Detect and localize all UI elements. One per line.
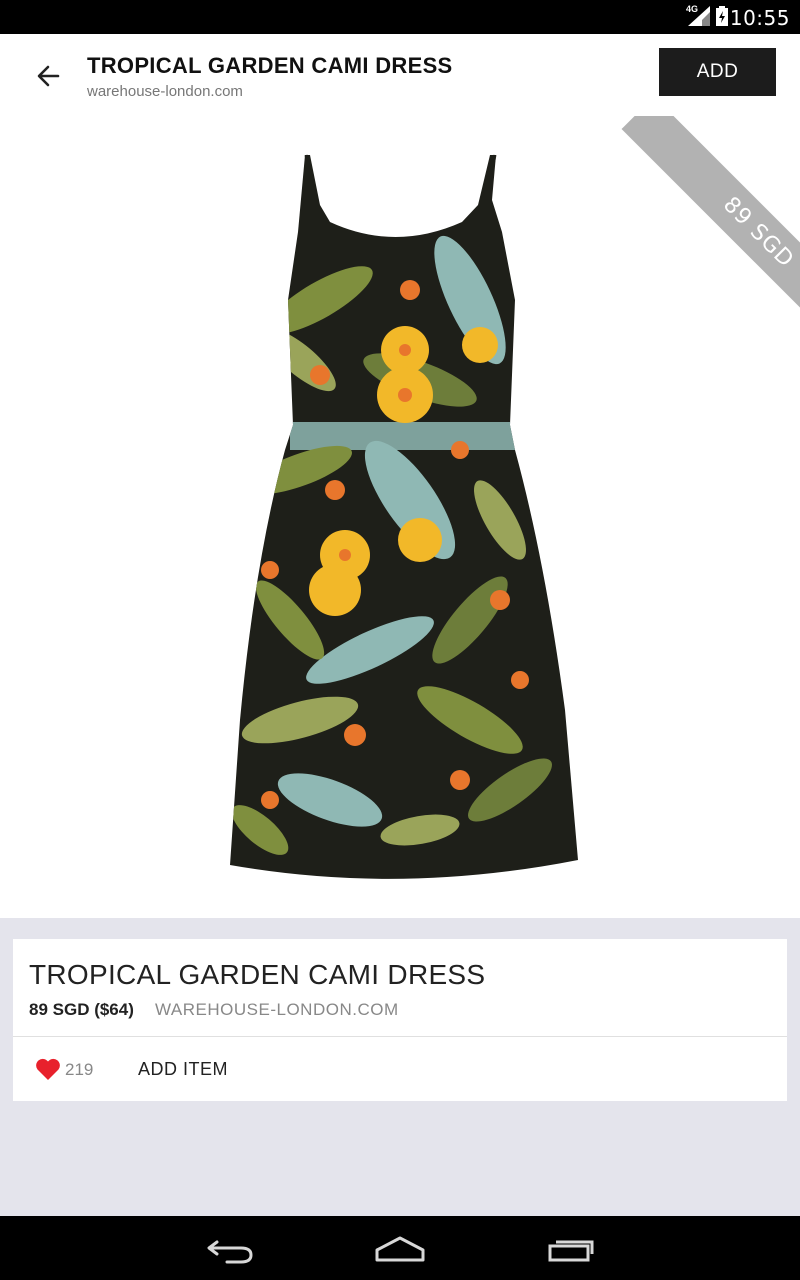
add-button[interactable]: ADD: [659, 48, 776, 96]
nav-recent-apps-icon[interactable]: [546, 1236, 596, 1262]
battery-icon: [716, 6, 728, 26]
back-arrow-icon[interactable]: [30, 58, 66, 94]
product-image[interactable]: 89 SGD: [0, 116, 800, 918]
status-bar: 4G 10:55: [0, 0, 800, 34]
product-card: TROPICAL GARDEN CAMI DRESS 89 SGD ($64) …: [13, 939, 787, 1101]
signal-icon: [688, 6, 710, 26]
page-subtitle: warehouse-london.com: [87, 83, 243, 100]
price-ribbon: 89 SGD: [560, 116, 800, 356]
page-title: TROPICAL GARDEN CAMI DRESS: [87, 53, 453, 78]
store-link[interactable]: WAREHOUSE-LONDON.COM: [155, 1000, 399, 1020]
likes-count: 219: [65, 1060, 94, 1079]
clock: 10:55: [729, 6, 790, 30]
app-bar: TROPICAL GARDEN CAMI DRESS warehouse-lon…: [0, 34, 800, 116]
card-divider: [13, 1036, 787, 1037]
product-price: 89 SGD ($64): [29, 1000, 134, 1019]
nav-home-icon[interactable]: [374, 1236, 426, 1262]
heart-icon[interactable]: [35, 1057, 61, 1081]
navigation-bar: [0, 1216, 800, 1280]
price-ribbon-label: 89 SGD: [621, 116, 800, 356]
add-item-button[interactable]: ADD ITEM: [138, 1059, 228, 1080]
nav-back-icon[interactable]: [205, 1234, 255, 1264]
product-title: TROPICAL GARDEN CAMI DRESS: [29, 959, 486, 990]
